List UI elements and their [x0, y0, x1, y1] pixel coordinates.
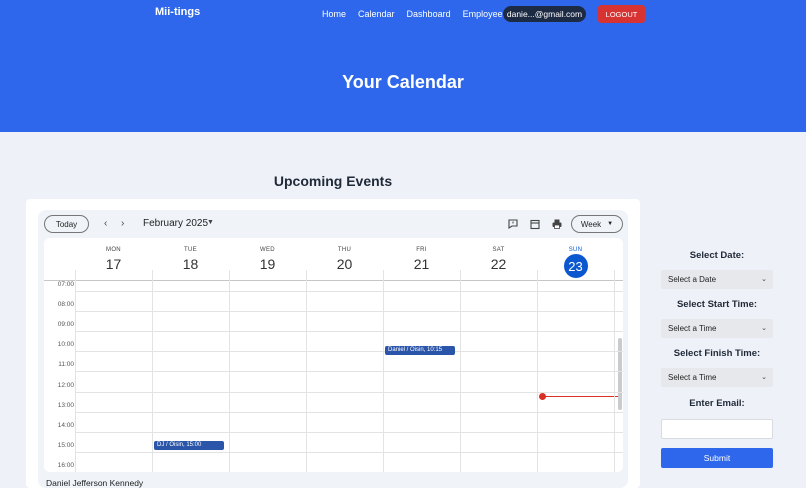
- main-nav: Home Calendar Dashboard Employees: [322, 9, 519, 19]
- time-label: 10:00: [57, 341, 74, 349]
- finish-time-label: Select Finish Time:: [673, 348, 761, 359]
- day-name: THU: [337, 247, 352, 253]
- calendar-toolbar: Today ‹ › February 2025 ▼ Week ▼: [38, 210, 628, 238]
- time-label: 07:00: [57, 280, 74, 288]
- section-title: Upcoming Events: [273, 173, 393, 189]
- day-name: MON: [106, 247, 121, 253]
- day-name: WED: [260, 247, 275, 253]
- calendar-widget: Today ‹ › February 2025 ▼ Week ▼ MON 17 TU…: [38, 210, 628, 488]
- day-number: 19: [259, 256, 276, 272]
- date-select[interactable]: Select a Date ⌄: [661, 270, 773, 289]
- current-time-line: [542, 396, 619, 397]
- start-time-select[interactable]: Select a Time ⌄: [661, 319, 773, 338]
- day-header-sun[interactable]: SUN 23: [537, 238, 614, 278]
- day-name: TUE: [184, 247, 197, 253]
- date-label: Select Date:: [689, 250, 745, 261]
- hour-line: [76, 431, 623, 433]
- chevron-down-icon: ⌄: [761, 325, 767, 332]
- caret-down-icon[interactable]: ▼: [207, 219, 214, 226]
- nav-employees[interactable]: Employees: [463, 9, 508, 19]
- hour-line: [76, 290, 623, 292]
- email-input[interactable]: [661, 419, 773, 439]
- employee-name: Daniel Jefferson Kennedy: [46, 478, 144, 488]
- hour-line: [76, 411, 623, 413]
- chevron-right-icon[interactable]: ›: [121, 218, 124, 229]
- print-icon[interactable]: [551, 218, 563, 230]
- time-label: 16:00: [57, 462, 74, 470]
- brand-logo[interactable]: Mii-tings: [155, 6, 200, 18]
- hour-line: [76, 371, 623, 373]
- day-header-wed[interactable]: WED 19: [229, 238, 306, 272]
- nav-dashboard[interactable]: Dashboard: [407, 9, 451, 19]
- hour-line: [76, 351, 623, 353]
- caret-down-icon: ▼: [607, 221, 614, 227]
- feedback-icon[interactable]: [507, 218, 519, 230]
- chevron-down-icon: ⌄: [761, 276, 767, 283]
- view-label: Week: [580, 219, 602, 229]
- email-label: Enter Email:: [689, 398, 745, 409]
- time-label: 08:00: [57, 300, 74, 308]
- nav-home[interactable]: Home: [322, 9, 346, 19]
- hour-line: [76, 391, 623, 393]
- day-number: 17: [105, 256, 122, 272]
- hour-line: [76, 310, 623, 312]
- day-number: 23: [563, 254, 588, 278]
- time-label: 14:00: [57, 421, 74, 429]
- day-header-mon[interactable]: MON 17: [75, 238, 152, 272]
- user-email-badge[interactable]: danie...@gmail.com: [503, 6, 586, 22]
- current-time-dot: [539, 393, 546, 400]
- start-time-select-value: Select a Time: [668, 324, 717, 333]
- page-title: Your Calendar: [342, 72, 464, 92]
- time-label: 11:00: [58, 361, 74, 369]
- chevron-left-icon[interactable]: ‹: [104, 218, 107, 229]
- grid-scrollbar[interactable]: [618, 338, 622, 410]
- view-select-button[interactable]: Week ▼: [571, 215, 623, 233]
- calendar-icon[interactable]: [529, 218, 541, 230]
- time-label: 13:00: [57, 401, 74, 409]
- finish-time-select-value: Select a Time: [668, 373, 717, 382]
- hour-line: [76, 452, 623, 454]
- start-time-label: Select Start Time:: [676, 299, 758, 310]
- nav-calendar[interactable]: Calendar: [358, 9, 395, 19]
- day-number: 21: [413, 256, 430, 272]
- day-name: FRI: [416, 247, 427, 253]
- day-header-thu[interactable]: THU 20: [306, 238, 383, 272]
- today-button[interactable]: Today: [44, 215, 89, 233]
- finish-time-select[interactable]: Select a Time ⌄: [661, 368, 773, 387]
- time-label: 15:00: [57, 442, 74, 450]
- date-select-value: Select a Date: [668, 275, 717, 284]
- calendar-event[interactable]: DJ / Oisin, 15:00: [154, 441, 224, 450]
- day-number: 20: [336, 256, 353, 272]
- day-name: SAT: [492, 247, 505, 253]
- day-header-sat[interactable]: SAT 22: [460, 238, 537, 272]
- submit-button[interactable]: Submit: [661, 448, 773, 468]
- time-label: 09:00: [57, 320, 74, 328]
- day-number: 18: [182, 256, 199, 272]
- hero-banner: Mii-tings Home Calendar Dashboard Employ…: [0, 0, 806, 132]
- month-label[interactable]: February 2025: [143, 218, 208, 229]
- logout-button[interactable]: LOGOUT: [598, 5, 645, 23]
- day-name: SUN: [568, 247, 583, 253]
- week-grid: MON 17 TUE 18 WED 19 THU 20 FRI 21 SAT 22 SUN 23 07:00…: [44, 238, 623, 472]
- day-header-tue[interactable]: TUE 18: [152, 238, 229, 272]
- calendar-event[interactable]: Daniel / Oisin, 10:15: [385, 346, 455, 355]
- hour-line: [76, 330, 623, 332]
- day-number: 22: [490, 256, 507, 272]
- chevron-down-icon: ⌄: [761, 374, 767, 381]
- time-label: 12:00: [57, 381, 74, 389]
- day-header-fri[interactable]: FRI 21: [383, 238, 460, 272]
